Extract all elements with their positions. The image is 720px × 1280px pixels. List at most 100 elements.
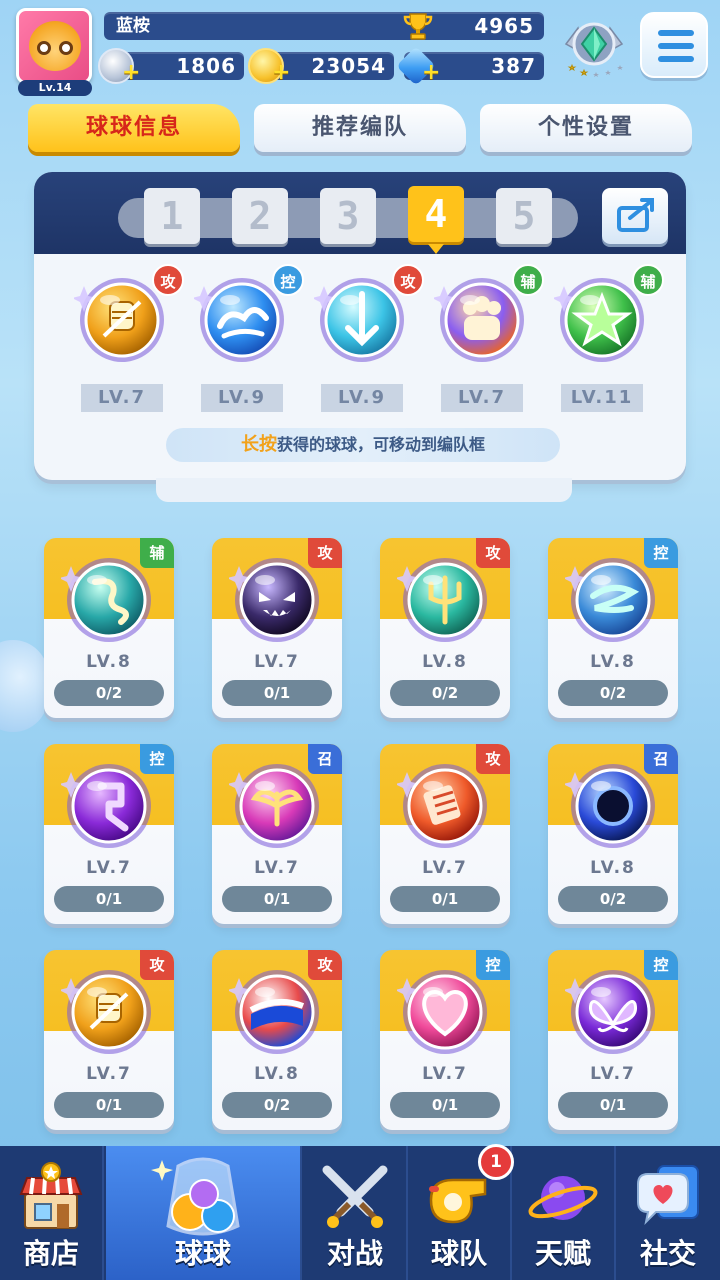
long-press-hint: 长按获得的球球，可移动到编队框 [166, 428, 560, 462]
team-ball-4-role-tag: 辅 [512, 264, 544, 296]
ball-level: LV.7 [254, 652, 300, 672]
ball-level: LV.8 [86, 652, 132, 672]
team-ball-1-level: LV.7 [81, 384, 163, 412]
ball-card[interactable]: 攻 LV.7 0/1 [212, 538, 342, 718]
wind-swirl-orb-icon [565, 558, 655, 642]
ball-level: LV.7 [422, 1064, 468, 1084]
player-level: Lv.14 [18, 80, 92, 96]
ball-card[interactable]: 攻 LV.8 0/2 [380, 538, 510, 718]
ball-level: LV.8 [590, 858, 636, 878]
trophy-count: 4965 [474, 14, 534, 38]
ball-level: LV.7 [86, 1064, 132, 1084]
black-hole-orb-icon [565, 764, 655, 848]
trophy-icon [403, 13, 433, 40]
venom-face-orb-icon [229, 558, 319, 642]
team-slot-1[interactable]: 1 [144, 188, 200, 244]
scrolled-hint-strip [156, 478, 572, 502]
team-ball-1-role-tag: 攻 [152, 264, 184, 296]
player-name: 蓝桉 [116, 16, 150, 36]
team-panel-header: 1 2 3 4 5 [34, 172, 686, 254]
share-icon [617, 198, 654, 232]
team-ball-3-role-tag: 攻 [392, 264, 424, 296]
share-button[interactable] [602, 188, 668, 244]
menu-button[interactable] [640, 12, 708, 78]
ball-level: LV.7 [590, 1064, 636, 1084]
silver-amount: 1806 [176, 54, 236, 78]
tab-personal-settings[interactable]: 个性设置 [480, 104, 692, 152]
hint-highlight: 长按 [240, 434, 277, 455]
team-notification-badge: 1 [478, 1144, 514, 1180]
nav-social[interactable]: 社交 [616, 1146, 720, 1280]
gold-amount: 23054 [311, 54, 386, 78]
chat-heart-icon [637, 1165, 699, 1226]
ball-card[interactable]: 控 LV.7 0/1 [44, 744, 174, 924]
team-slot-2[interactable]: 2 [232, 188, 288, 244]
ball-card[interactable]: 攻 LV.7 0/1 [380, 744, 510, 924]
ball-shard-count: 0/2 [54, 680, 164, 706]
team-ball-2-level: LV.9 [201, 384, 283, 412]
team-ball-5-level: LV.11 [561, 384, 643, 412]
nav-talent[interactable]: 天赋 [512, 1146, 616, 1280]
add-gem-icon[interactable]: + [422, 62, 440, 84]
ball-card[interactable]: 攻 LV.8 0/2 [212, 950, 342, 1130]
heart-orb-icon [397, 970, 487, 1054]
ball-card[interactable]: 辅 LV.8 0/2 [44, 538, 174, 718]
ball-shard-count: 0/1 [222, 680, 332, 706]
ball-card[interactable]: 召 LV.7 0/1 [212, 744, 342, 924]
fire-scroll-orb-icon [397, 764, 487, 848]
team-ball-4-level: LV.7 [441, 384, 523, 412]
player-avatar[interactable] [16, 8, 92, 84]
ball-shard-count: 0/1 [222, 886, 332, 912]
ball-card[interactable]: 控 LV.7 0/1 [380, 950, 510, 1130]
gold-currency[interactable]: + 23054 [248, 48, 394, 84]
nav-balls[interactable]: 球球 [106, 1146, 302, 1280]
team-slot-4[interactable]: 4 [408, 186, 464, 254]
add-silver-icon[interactable]: + [122, 62, 140, 84]
nav-shop-label: 商店 [22, 1237, 79, 1270]
dragon-orb-icon [61, 558, 151, 642]
ball-jar-icon [151, 1157, 240, 1236]
ball-card[interactable]: 召 LV.8 0/2 [548, 744, 678, 924]
ball-shard-count: 0/1 [54, 1092, 164, 1118]
tab-recommended-team[interactable]: 推荐编队 [254, 104, 466, 152]
hint-text: 获得的球球，可移动到编队框 [276, 435, 485, 454]
team-slot-5[interactable]: 5 [496, 188, 552, 244]
rank-badge-icon[interactable] [560, 14, 628, 82]
gem-currency[interactable]: + 387 [396, 46, 544, 86]
golden-knight-orb-icon [61, 970, 151, 1054]
ball-level: LV.7 [86, 858, 132, 878]
tab-ball-info[interactable]: 球球信息 [28, 104, 240, 152]
butterfly-orb-icon [565, 970, 655, 1054]
planet-icon [528, 1176, 598, 1220]
nav-talent-label: 天赋 [534, 1237, 591, 1270]
team-ball-5-role-tag: 辅 [632, 264, 664, 296]
crossed-swords-icon [322, 1165, 388, 1228]
nav-social-label: 社交 [639, 1237, 696, 1270]
team-ball-3-level: LV.9 [321, 384, 403, 412]
ball-shard-count: 0/2 [558, 886, 668, 912]
ball-shard-count: 0/1 [54, 886, 164, 912]
ball-shard-count: 0/1 [390, 886, 500, 912]
side-drawer-peek-icon[interactable] [0, 640, 48, 732]
ball-level: LV.8 [422, 652, 468, 672]
team-ball-2-role-tag: 控 [272, 264, 304, 296]
ball-level: LV.8 [590, 652, 636, 672]
bottom-nav: 商店 球球 对战 球队 天赋 社交 [0, 1146, 720, 1280]
ball-shard-count: 0/2 [222, 1092, 332, 1118]
nav-battle[interactable]: 对战 [304, 1146, 408, 1280]
nav-shop[interactable]: 商店 [0, 1146, 104, 1280]
gem-amount: 387 [491, 54, 536, 78]
silver-currency[interactable]: + 1806 [98, 48, 244, 84]
add-gold-icon[interactable]: + [272, 62, 290, 84]
ball-card[interactable]: 攻 LV.7 0/1 [44, 950, 174, 1130]
tiger-avatar-icon [29, 21, 81, 71]
nav-team-label: 球队 [430, 1237, 487, 1270]
ball-level: LV.8 [254, 1064, 300, 1084]
ball-card[interactable]: 控 LV.8 0/2 [548, 538, 678, 718]
nav-balls-label: 球球 [174, 1237, 231, 1270]
trident-orb-icon [397, 558, 487, 642]
ball-card[interactable]: 控 LV.7 0/1 [548, 950, 678, 1130]
team-slot-3[interactable]: 3 [320, 188, 376, 244]
purple-hook-orb-icon [61, 764, 151, 848]
phoenix-orb-icon [229, 764, 319, 848]
